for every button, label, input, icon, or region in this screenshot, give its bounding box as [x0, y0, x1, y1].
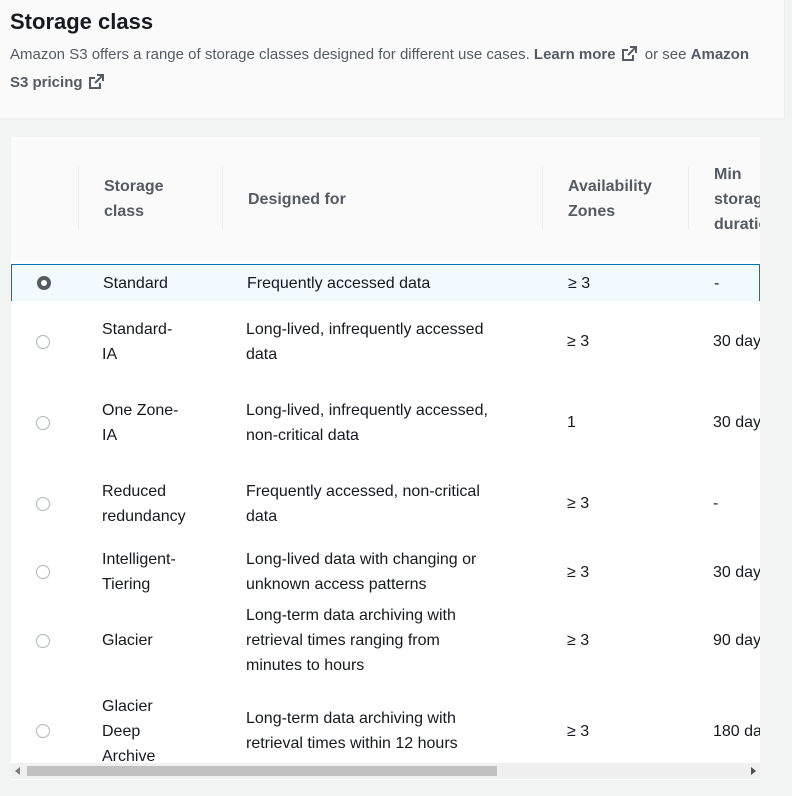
learn-more-link[interactable]: Learn more — [534, 46, 641, 63]
external-link-icon — [621, 45, 637, 70]
storage-class-radio[interactable] — [36, 334, 50, 349]
designed-for-cell: Long-term data archiving with retrieval … — [246, 607, 456, 674]
table-header: Storage class Designed for Availability … — [11, 137, 760, 261]
min-storage-duration-cell: - — [714, 274, 720, 292]
column-header-availability-zones: Availability Zones — [568, 178, 652, 220]
storage-class-name: Standard — [103, 274, 168, 292]
designed-for-cell: Frequently accessed data — [247, 274, 431, 292]
column-header-designed-for: Designed for — [248, 190, 346, 208]
storage-class-radio[interactable] — [37, 276, 51, 290]
or-see-text: or see — [644, 46, 687, 63]
column-header-storage-class: Storage class — [104, 178, 164, 220]
availability-zones-cell: ≥ 3 — [567, 632, 590, 649]
column-header-min-storage-duration: Min storage duration — [714, 165, 760, 233]
external-link-icon — [88, 73, 104, 98]
min-storage-duration-cell: 30 days — [713, 414, 760, 431]
table-row[interactable]: Reduced redundancy Frequently accessed, n… — [11, 463, 760, 545]
availability-zones-cell: ≥ 3 — [568, 274, 591, 292]
table-row[interactable]: One Zone- IA Long-lived, infrequently acc… — [11, 382, 760, 464]
storage-class-radio[interactable] — [36, 633, 50, 648]
designed-for-cell: Frequently accessed, non-critical data — [246, 482, 480, 525]
storage-class-radio[interactable] — [36, 565, 50, 579]
storage-class-header: Storage class Amazon S3 offers a range o… — [0, 0, 785, 118]
table-row[interactable]: Standard- IA Long-lived, infrequently acc… — [11, 301, 760, 383]
storage-class-name: Standard- IA — [102, 320, 173, 363]
designed-for-cell: Long-lived, infrequently accessed data — [246, 320, 484, 363]
storage-class-radio[interactable] — [36, 415, 50, 430]
min-storage-duration-cell: 30 days — [713, 563, 760, 581]
description-text: Amazon S3 offers a range of storage clas… — [10, 46, 530, 63]
availability-zones-cell: 1 — [567, 414, 576, 431]
storage-class-name: Reduced redundancy — [102, 482, 186, 525]
column-separator — [542, 167, 543, 229]
designed-for-cell: Long-lived data with changing or unknown… — [246, 551, 477, 593]
storage-class-name: One Zone- IA — [102, 401, 179, 444]
horizontal-scrollbar[interactable] — [11, 763, 760, 779]
table-row[interactable]: Glacier Long-term data archiving with ret… — [11, 600, 760, 682]
availability-zones-cell: ≥ 3 — [567, 563, 590, 581]
storage-class-radio[interactable] — [36, 496, 50, 511]
storage-class-name: Intelligent- Tiering — [102, 551, 176, 593]
availability-zones-cell: ≥ 3 — [567, 495, 590, 512]
table-row[interactable]: Intelligent- Tiering Long-lived data with… — [11, 544, 760, 601]
storage-class-description: Amazon S3 offers a range of storage clas… — [10, 42, 770, 98]
availability-zones-cell: ≥ 3 — [567, 333, 590, 350]
scroll-left-arrow-icon[interactable] — [15, 767, 20, 775]
column-separator — [78, 167, 79, 229]
storage-class-name: Glacier — [102, 632, 153, 649]
scroll-right-arrow-icon[interactable] — [751, 767, 756, 775]
table-row[interactable]: Standard Frequently accessed data ≥ 3 - — [11, 264, 760, 302]
page-title: Storage class — [10, 9, 154, 34]
min-storage-duration-cell: 90 days — [713, 632, 760, 649]
column-separator — [222, 167, 223, 229]
scrollbar-thumb[interactable] — [27, 766, 497, 776]
column-separator — [688, 167, 689, 229]
min-storage-duration-cell: 30 days — [713, 333, 760, 350]
min-storage-duration-cell: - — [713, 495, 719, 512]
storage-class-table: Storage class Designed for Availability … — [11, 137, 760, 780]
designed-for-cell: Long-lived, infrequently accessed, non-c… — [246, 401, 488, 444]
storage-class-radio[interactable] — [36, 724, 50, 738]
